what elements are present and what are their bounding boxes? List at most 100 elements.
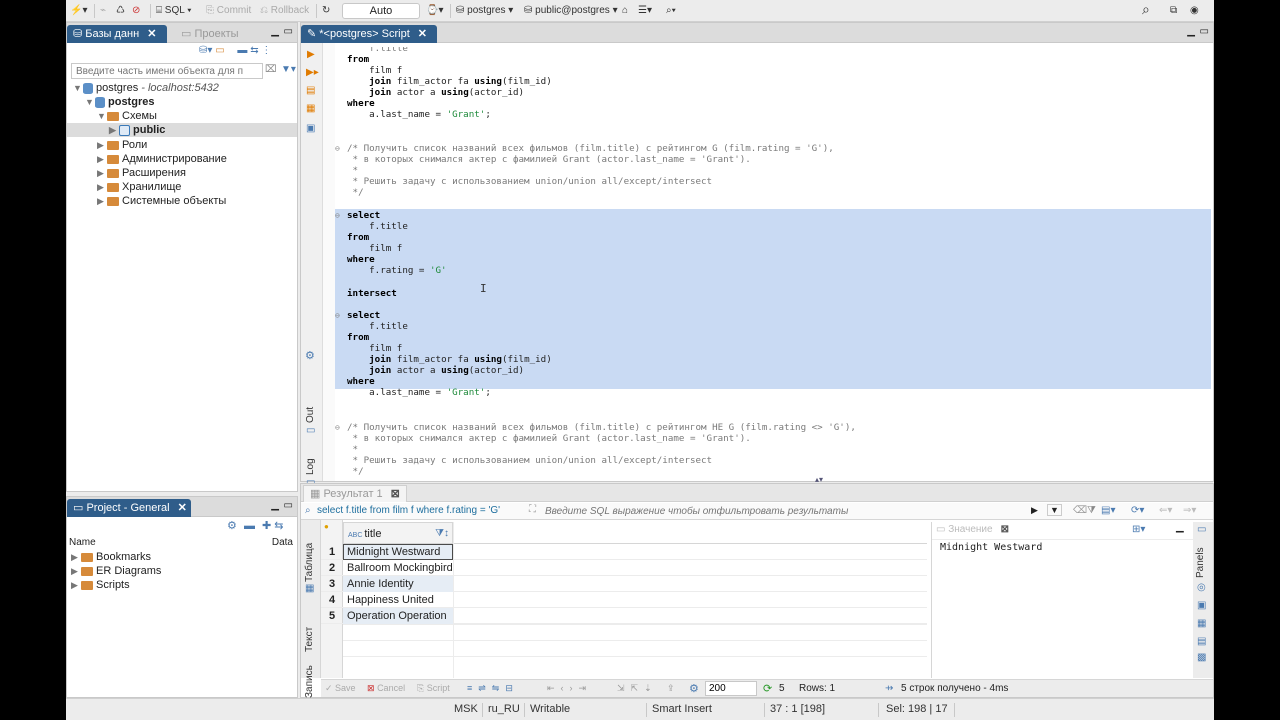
settings-icon[interactable]: ⚙ xyxy=(305,349,315,362)
dbeaver-perspective-icon[interactable]: ◉ xyxy=(1190,3,1199,19)
schema-selector[interactable]: ⛁ public@postgres ▾ xyxy=(524,3,618,19)
export-icon[interactable]: ⇪ xyxy=(667,683,675,694)
sql-editor-button[interactable]: ⌸ SQL ▾ xyxy=(156,3,191,19)
tree-item-storage[interactable]: ▶ Хранилище xyxy=(97,180,181,194)
project-item-scripts[interactable]: ▶ Scripts xyxy=(71,578,130,592)
table-row[interactable]: 3 Annie Identity xyxy=(321,576,927,592)
nav-back-icon[interactable]: ⇐▾ xyxy=(1159,505,1172,516)
maximize-icon[interactable]: ▭ xyxy=(284,500,293,511)
tab-database-navigator[interactable]: ⛁ Базы данн ✕ xyxy=(67,25,167,43)
link-editor-icon[interactable]: ⇆ xyxy=(250,45,258,56)
tree-item-extensions[interactable]: ▶ Расширения xyxy=(97,166,186,180)
rollback-button[interactable]: ⎌ Rollback xyxy=(260,3,309,19)
minimize-icon[interactable]: ▁ xyxy=(1187,26,1195,37)
apply-filter-icon[interactable]: ▶ xyxy=(1031,505,1038,516)
properties-icon[interactable]: ◎ xyxy=(1197,582,1206,593)
datasource-selector[interactable]: ⛁ postgres ▾ xyxy=(456,3,513,19)
navigator-filter-input[interactable] xyxy=(71,63,263,79)
new-connection-icon[interactable]: ⛁▾ xyxy=(199,45,212,56)
tree-item-roles[interactable]: ▶ Роли xyxy=(97,138,147,152)
refresh-icon[interactable]: ⟳▾ xyxy=(1131,505,1144,516)
search-icon[interactable]: ⌕ xyxy=(1142,1,1150,17)
erase-icon[interactable]: ⌫ xyxy=(1073,505,1087,516)
close-icon[interactable]: ✕ xyxy=(418,28,427,40)
tree-item-schemas[interactable]: ▼ Схемы xyxy=(97,109,157,123)
table-cell[interactable]: Midnight Westward xyxy=(343,544,453,560)
close-icon[interactable]: ⊠ xyxy=(391,488,400,500)
invalidate-icon[interactable]: ♺ xyxy=(116,3,125,19)
tree-item-administration[interactable]: ▶ Администрирование xyxy=(97,152,227,166)
history-icon[interactable]: ⌚▾ xyxy=(426,3,443,19)
calc-icon[interactable]: ▦ xyxy=(1197,618,1206,629)
tree-item-connection[interactable]: ▼ postgres - localhost:5432 xyxy=(73,81,219,95)
table-icon[interactable]: ▦ xyxy=(305,583,314,594)
panels-icon[interactable]: ▭ xyxy=(1197,524,1206,535)
explain-icon[interactable]: ▤ xyxy=(306,85,315,96)
minimize-icon[interactable]: ▁ xyxy=(271,500,279,511)
perspective-icon[interactable]: ⧉ xyxy=(1170,3,1177,19)
export-icon[interactable]: ▦ xyxy=(306,103,315,114)
execute-icon[interactable]: ▶ xyxy=(307,49,315,60)
references-icon[interactable]: ▩ xyxy=(1197,652,1206,663)
tree-item-database[interactable]: ▼ postgres xyxy=(85,95,154,109)
output-icon[interactable]: ▭ xyxy=(306,425,315,436)
log-tab[interactable]: Log xyxy=(305,458,316,475)
gear-icon[interactable]: ⚙ xyxy=(689,682,699,695)
grouping-icon[interactable]: ▤ xyxy=(1197,636,1206,647)
tab-record-view[interactable]: Запись xyxy=(304,665,315,698)
tree-item-public[interactable]: ▶ public xyxy=(67,123,297,137)
tab-project-general[interactable]: ▭ Project - General ✕ xyxy=(67,499,191,517)
result-filter-input[interactable] xyxy=(545,504,1025,518)
filter-icon[interactable]: ▼▾ xyxy=(281,64,296,75)
cancel-button[interactable]: ⊠ Cancel xyxy=(367,683,405,694)
table-row[interactable]: 1 Midnight Westward xyxy=(321,544,927,560)
maximize-icon[interactable]: ▭ xyxy=(284,26,293,37)
project-item-er-diagrams[interactable]: ▶ ER Diagrams xyxy=(71,564,161,578)
select-all-icon[interactable]: ● xyxy=(324,522,329,531)
transaction-mode-select[interactable]: Auto xyxy=(342,3,420,19)
script-button[interactable]: ⎘ Script xyxy=(417,683,450,694)
maximize-icon[interactable]: ▭ xyxy=(1200,26,1209,37)
collapse-icon[interactable]: ▬ xyxy=(244,520,255,532)
close-icon[interactable]: ✕ xyxy=(147,28,156,40)
panels-tab[interactable]: Panels xyxy=(1195,547,1206,578)
connect-icon[interactable]: ⚡▾ xyxy=(70,3,87,19)
column-header-title[interactable]: ABC title ⧩↕ xyxy=(343,522,453,544)
add-icon[interactable]: ✚ xyxy=(262,520,271,532)
link-icon[interactable]: ⇆ xyxy=(274,520,283,532)
table-row[interactable]: 2 Ballroom Mockingbird xyxy=(321,560,927,576)
value-panel-tab[interactable]: ▭ Значение ⊠ xyxy=(936,524,1009,535)
gear-icon[interactable]: ⚙ xyxy=(227,520,237,532)
refresh-icon[interactable]: ⟳ xyxy=(763,682,772,695)
content-type-icon[interactable]: ⊞▾ xyxy=(1132,524,1145,535)
expand-icon[interactable]: ⛶ xyxy=(529,504,536,515)
column-filter-icon[interactable]: ⧩↕ xyxy=(435,523,449,545)
transaction-mode-icon[interactable]: ↻ xyxy=(322,3,330,19)
table-row[interactable]: 4 Happiness United xyxy=(321,592,927,608)
table-row[interactable]: 5 Operation Operation xyxy=(321,608,927,624)
new-folder-icon[interactable]: ▭ xyxy=(215,45,224,56)
navigation-icons[interactable]: ⇤‹›⇥ xyxy=(547,683,592,694)
load-icon[interactable]: ▣ xyxy=(306,123,315,134)
tab-result-1[interactable]: ▦ Результат 1 ⊠ xyxy=(303,485,407,502)
fetch-icons[interactable]: ⇲⇱⇣ xyxy=(617,683,658,694)
nav-forward-icon[interactable]: ⇒▾ xyxy=(1183,505,1196,516)
tab-table-view[interactable]: Таблица xyxy=(304,543,315,582)
close-icon[interactable]: ✕ xyxy=(178,502,187,514)
table-cell[interactable]: Operation Operation xyxy=(343,608,453,624)
metadata-icon[interactable]: ▣ xyxy=(1197,600,1206,611)
table-cell[interactable]: Annie Identity xyxy=(343,576,453,592)
tab-sql-script[interactable]: ✎ *<postgres> Script ✕ xyxy=(301,25,437,43)
filter-settings-icon[interactable]: ⧩ xyxy=(1087,505,1096,516)
menu-icon[interactable]: ⋮ xyxy=(261,45,271,56)
table-cell[interactable]: Happiness United xyxy=(343,592,453,608)
tab-projects[interactable]: ▭ Проекты xyxy=(175,25,245,43)
output-tab[interactable]: Out xyxy=(305,407,316,423)
tasks-icon[interactable]: ☰▾ xyxy=(638,3,652,19)
tree-item-system-objects[interactable]: ▶ Системные объекты xyxy=(97,194,226,208)
dashboard-icon[interactable]: ⌂ xyxy=(622,3,628,19)
commit-button[interactable]: ⎘ Commit xyxy=(206,3,251,19)
sql-code-area[interactable]: f.title from film f join film_actor fa u… xyxy=(335,47,1211,481)
minimize-icon[interactable]: ▁ xyxy=(1176,522,1184,533)
save-filter-icon[interactable]: ▤▾ xyxy=(1101,505,1115,516)
